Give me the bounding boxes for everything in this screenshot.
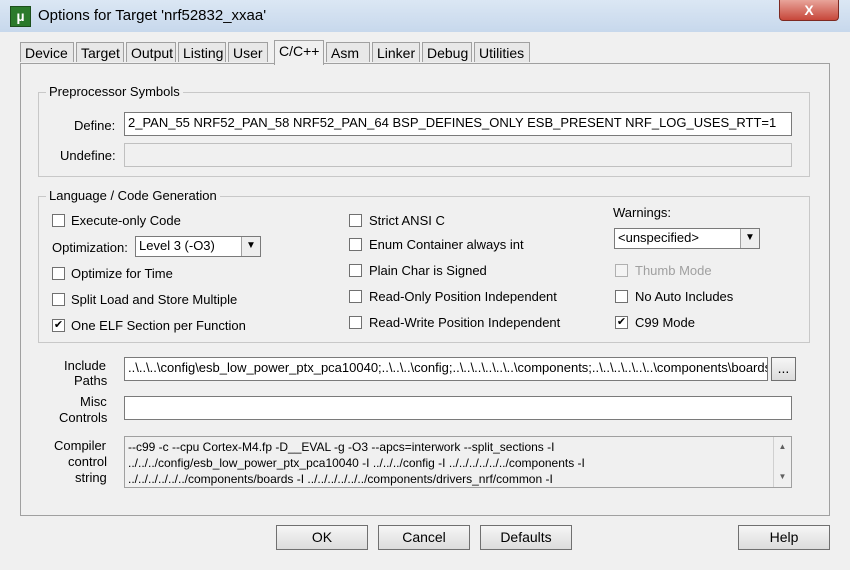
include-browse-button[interactable]: ...: [771, 357, 796, 381]
defaults-button[interactable]: Defaults: [480, 525, 572, 550]
scroll-down-icon[interactable]: ▼: [774, 469, 791, 485]
warnings-value: <unspecified>: [618, 230, 699, 245]
compiler-label-line1: Compiler: [54, 438, 107, 453]
undefine-input[interactable]: [124, 143, 792, 167]
tab-user[interactable]: User: [228, 42, 268, 62]
optimize-time-checkbox[interactable]: [52, 267, 65, 280]
tab-linker[interactable]: Linker: [372, 42, 420, 62]
execute-only-label: Execute-only Code: [71, 213, 181, 228]
split-load-label: Split Load and Store Multiple: [71, 292, 238, 307]
c99-mode-checkbox[interactable]: ✔: [615, 316, 628, 329]
tab-device[interactable]: Device: [20, 42, 74, 62]
tab-listing[interactable]: Listing: [178, 42, 226, 62]
compiler-control-string[interactable]: --c99 -c --cpu Cortex-M4.fp -D__EVAL -g …: [124, 436, 792, 488]
chevron-down-icon: ▼: [241, 237, 260, 256]
cancel-button[interactable]: Cancel: [378, 525, 470, 550]
undefine-label: Undefine:: [60, 148, 116, 163]
compiler-string-line1: --c99 -c --cpu Cortex-M4.fp -D__EVAL -g …: [128, 440, 555, 454]
close-button[interactable]: X: [779, 0, 839, 21]
misc-label-line1: Misc: [80, 394, 107, 409]
define-input[interactable]: 2_PAN_55 NRF52_PAN_58 NRF52_PAN_64 BSP_D…: [124, 112, 792, 136]
rw-position-independent-checkbox[interactable]: [349, 316, 362, 329]
compiler-string-line2: ../../../config/esb_low_power_ptx_pca100…: [128, 456, 585, 470]
strict-ansi-label: Strict ANSI C: [369, 213, 445, 228]
tab-output[interactable]: Output: [126, 42, 176, 62]
one-elf-label: One ELF Section per Function: [71, 318, 246, 333]
optimization-select[interactable]: Level 3 (-O3) ▼: [135, 236, 261, 257]
compiler-string-scrollbar[interactable]: ▲ ▼: [773, 437, 791, 487]
include-label-line1: Include: [64, 358, 106, 373]
optimization-value: Level 3 (-O3): [139, 238, 215, 253]
compiler-label-line3: string: [75, 470, 107, 485]
compiler-string-line3: ../../../../../../components/boards -I .…: [128, 472, 553, 486]
ok-button[interactable]: OK: [276, 525, 368, 550]
plain-char-label: Plain Char is Signed: [369, 263, 487, 278]
execute-only-checkbox[interactable]: [52, 214, 65, 227]
thumb-mode-label: Thumb Mode: [635, 263, 712, 278]
include-paths-input[interactable]: ..\..\..\config\esb_low_power_ptx_pca100…: [124, 357, 768, 381]
ro-position-independent-checkbox[interactable]: [349, 290, 362, 303]
strict-ansi-checkbox[interactable]: [349, 214, 362, 227]
c99-mode-label: C99 Mode: [635, 315, 695, 330]
optimize-time-label: Optimize for Time: [71, 266, 173, 281]
misc-controls-input[interactable]: [124, 396, 792, 420]
enum-container-checkbox[interactable]: [349, 238, 362, 251]
title-bar: µ Options for Target 'nrf52832_xxaa' X: [0, 0, 850, 33]
warnings-label: Warnings:: [613, 205, 672, 220]
ro-position-independent-label: Read-Only Position Independent: [369, 289, 557, 304]
misc-label-line2: Controls: [59, 410, 108, 425]
tab-debug[interactable]: Debug: [422, 42, 472, 62]
one-elf-checkbox[interactable]: ✔: [52, 319, 65, 332]
define-label: Define:: [74, 118, 116, 133]
scroll-up-icon[interactable]: ▲: [774, 439, 791, 455]
language-group-title: Language / Code Generation: [46, 188, 220, 203]
tab-cpp[interactable]: C/C++: [274, 40, 324, 65]
tab-target[interactable]: Target: [76, 42, 124, 62]
keil-app-icon: µ: [10, 6, 31, 27]
tab-utilities[interactable]: Utilities: [474, 42, 530, 62]
warnings-select[interactable]: <unspecified> ▼: [614, 228, 760, 249]
rw-position-independent-label: Read-Write Position Independent: [369, 315, 561, 330]
compiler-label-line2: control: [68, 454, 108, 469]
chevron-down-icon: ▼: [740, 229, 759, 248]
no-auto-includes-label: No Auto Includes: [635, 289, 734, 304]
help-button[interactable]: Help: [738, 525, 830, 550]
split-load-checkbox[interactable]: [52, 293, 65, 306]
plain-char-checkbox[interactable]: [349, 264, 362, 277]
tab-asm[interactable]: Asm: [326, 42, 370, 62]
preprocessor-group-title: Preprocessor Symbols: [46, 84, 183, 99]
thumb-mode-checkbox[interactable]: [615, 264, 628, 277]
enum-container-label: Enum Container always int: [369, 237, 524, 252]
no-auto-includes-checkbox[interactable]: [615, 290, 628, 303]
include-label-line2: Paths: [74, 373, 108, 388]
optimization-label: Optimization:: [52, 240, 128, 255]
window-title: Options for Target 'nrf52832_xxaa': [38, 7, 267, 24]
